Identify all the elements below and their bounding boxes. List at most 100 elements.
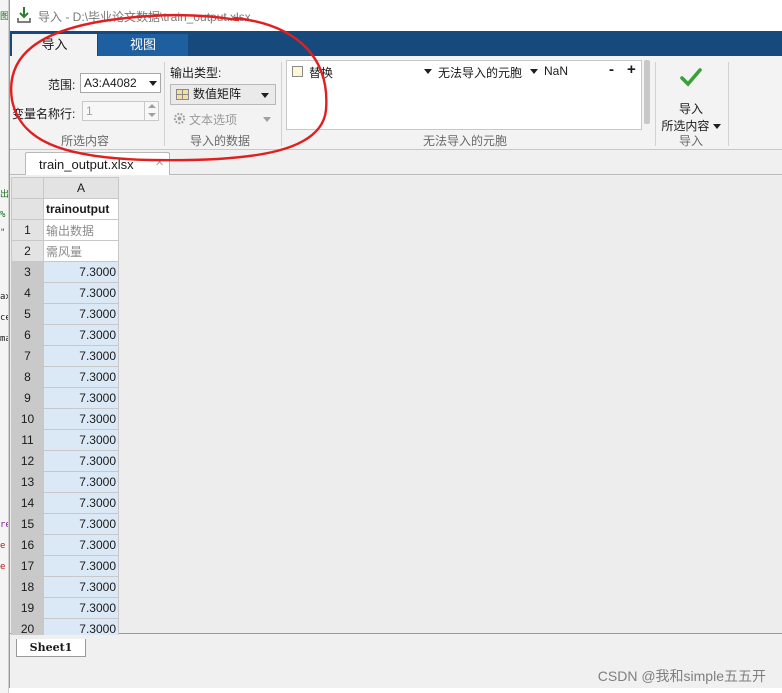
varname-row-stepper[interactable]: 1	[82, 101, 159, 121]
output-type-value: 数值矩阵	[193, 87, 242, 101]
numeric-cell[interactable]: 7.3000	[43, 282, 119, 304]
output-type-dropdown[interactable]: 数值矩阵	[170, 84, 276, 105]
numeric-cell[interactable]: 7.3000	[43, 492, 119, 514]
watermark: CSDN @我和simple五五开	[597, 668, 766, 684]
range-dropdown[interactable]: A3:A4082	[80, 73, 161, 93]
group-divider	[655, 62, 656, 146]
row-header[interactable]: 1	[11, 219, 44, 241]
row-header[interactable]: 14	[11, 492, 44, 514]
close-icon[interactable]: ✕	[155, 156, 164, 169]
bg-glyph: ax	[0, 292, 8, 302]
range-label: 范围:	[48, 78, 76, 92]
variable-name-row: trainoutput	[11, 198, 119, 220]
row-header[interactable]: 19	[11, 597, 44, 619]
numeric-cell[interactable]: 7.3000	[43, 261, 119, 283]
tab-view[interactable]: 视图	[98, 34, 188, 56]
numeric-cell[interactable]: 7.3000	[43, 597, 119, 619]
sheet-tab[interactable]: Sheet1	[16, 639, 86, 657]
table-row: 15 7.3000	[11, 513, 119, 535]
group-divider	[164, 62, 165, 146]
rule-action-dropdown[interactable]: 替换	[289, 63, 435, 81]
table-row: 3 7.3000	[11, 261, 119, 283]
table-row: 10 7.3000	[11, 408, 119, 430]
chevron-down-icon	[148, 113, 156, 117]
bg-glyph: ma	[0, 334, 8, 344]
row-header[interactable]: 16	[11, 534, 44, 556]
row-header[interactable]: 17	[11, 555, 44, 577]
remove-rule-button[interactable]: -	[609, 61, 614, 78]
text-cell[interactable]: 需风量	[43, 240, 119, 262]
variable-name-cell[interactable]: trainoutput	[43, 198, 119, 220]
rule-condition-value: 无法导入的元胞	[438, 66, 523, 80]
row-header[interactable]: 3	[11, 261, 44, 283]
document-tab-name: train_output.xlsx	[39, 157, 134, 172]
range-value: A3:A4082	[84, 76, 137, 90]
row-header[interactable]: 9	[11, 387, 44, 409]
row-header[interactable]: 15	[11, 513, 44, 535]
bg-glyph: re	[0, 520, 8, 530]
title-bar: 导入 - D:\毕业论文数据\train_output.xlsx	[10, 0, 782, 31]
rule-value: NaN	[544, 64, 569, 78]
text-options-label: 文本选项	[189, 113, 238, 127]
table-row: 6 7.3000	[11, 324, 119, 346]
rules-scrollbar[interactable]	[644, 60, 650, 124]
numeric-cell[interactable]: 7.3000	[43, 576, 119, 598]
row-header[interactable]: 7	[11, 345, 44, 367]
row-header[interactable]: 10	[11, 408, 44, 430]
table-row: 14 7.3000	[11, 492, 119, 514]
numeric-cell[interactable]: 7.3000	[43, 408, 119, 430]
unimportable-rules-panel: 替换 无法导入的元胞 NaN - +	[286, 60, 642, 130]
matrix-icon	[176, 89, 189, 100]
row-header[interactable]: 8	[11, 366, 44, 388]
document-tab-row: train_output.xlsx ✕	[10, 150, 782, 175]
document-tab[interactable]: train_output.xlsx ✕	[25, 152, 170, 175]
numeric-cell[interactable]: 7.3000	[43, 429, 119, 451]
bg-glyph: 图	[0, 12, 9, 22]
bg-glyph: ce	[0, 313, 8, 323]
table-row: 4 7.3000	[11, 282, 119, 304]
numeric-cell[interactable]: 7.3000	[43, 366, 119, 388]
text-cell[interactable]: 输出数据	[43, 219, 119, 241]
table-row: 13 7.3000	[11, 471, 119, 493]
row-header[interactable]: 13	[11, 471, 44, 493]
numeric-cell[interactable]: 7.3000	[43, 534, 119, 556]
numeric-cell[interactable]: 7.3000	[43, 555, 119, 577]
numeric-cell[interactable]: 7.3000	[43, 450, 119, 472]
add-rule-button[interactable]: +	[627, 61, 636, 78]
row-header[interactable]: 5	[11, 303, 44, 325]
table-row: 18 7.3000	[11, 576, 119, 598]
chevron-down-icon	[149, 81, 157, 86]
column-header-a[interactable]: A	[43, 177, 119, 199]
varname-row-label: 变量名称行:	[12, 107, 76, 121]
row-header[interactable]: 11	[11, 429, 44, 451]
table-row: 1 输出数据	[11, 219, 119, 241]
numeric-cell[interactable]: 7.3000	[43, 324, 119, 346]
group-label-unimportable: 无法导入的元胞	[422, 134, 507, 148]
numeric-cell[interactable]: 7.3000	[43, 345, 119, 367]
text-options-button[interactable]: 文本选项	[171, 110, 275, 128]
numeric-cell[interactable]: 7.3000	[43, 471, 119, 493]
tab-import[interactable]: 导入	[12, 34, 97, 56]
row-header[interactable]: 4	[11, 282, 44, 304]
row-header[interactable]: 6	[11, 324, 44, 346]
table-row: 2 需风量	[11, 240, 119, 262]
checkbox[interactable]	[292, 66, 303, 77]
row-header[interactable]: 18	[11, 576, 44, 598]
group-label-import: 导入	[678, 134, 703, 148]
row-header[interactable]: 12	[11, 450, 44, 472]
bg-glyph: e	[0, 562, 6, 572]
row-header[interactable]: 2	[11, 240, 44, 262]
import-selection-button[interactable]: 导入 所选内容	[660, 62, 722, 133]
rule-condition-dropdown[interactable]: 无法导入的元胞	[437, 63, 541, 81]
table-row: 9 7.3000	[11, 387, 119, 409]
bg-glyph: "	[0, 228, 6, 238]
stepper-arrows[interactable]	[144, 102, 158, 120]
varname-row-value: 1	[86, 104, 93, 118]
checkmark-icon	[680, 68, 702, 87]
table-row: 16 7.3000	[11, 534, 119, 556]
numeric-cell[interactable]: 7.3000	[43, 303, 119, 325]
rule-value-input[interactable]: NaN	[543, 63, 603, 81]
grid-corner	[11, 177, 44, 199]
numeric-cell[interactable]: 7.3000	[43, 513, 119, 535]
numeric-cell[interactable]: 7.3000	[43, 387, 119, 409]
